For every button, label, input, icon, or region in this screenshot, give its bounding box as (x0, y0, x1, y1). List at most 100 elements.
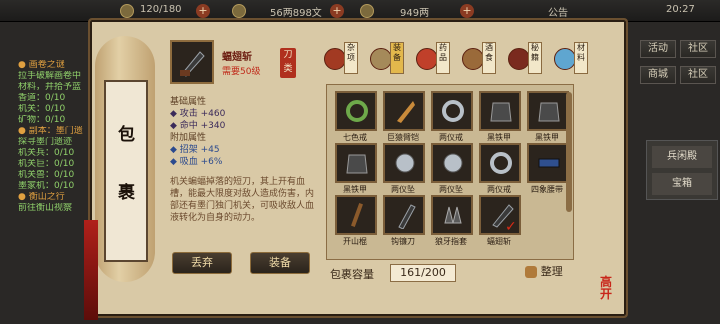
selected-item-header: 蝠翅斩 需要50级 刀类 (170, 40, 318, 92)
attr-line: ◆ 命中 +340 (170, 121, 226, 131)
inventory-slot[interactable] (431, 143, 473, 183)
activity-button[interactable]: 活动 (640, 40, 676, 58)
game-logo: 高开 (600, 275, 613, 301)
title-char: 裹 (118, 183, 135, 203)
discard-button[interactable]: 丢弃 (172, 252, 232, 274)
item-label: 两仪戒 (487, 185, 511, 194)
check-icon: ✓ (505, 219, 517, 235)
inventory-slot[interactable] (383, 91, 425, 131)
notice-button[interactable]: 公告 (548, 4, 568, 19)
side-menu-item[interactable]: 宝箱 (652, 173, 712, 195)
item-label: 开山棍 (343, 237, 367, 246)
item-label: 巨猿臂铠 (387, 133, 419, 142)
inventory-title-banner: 包 裹 (104, 80, 148, 262)
inventory-slot[interactable] (335, 91, 377, 131)
tab-manual[interactable]: 秘籍 (506, 42, 544, 76)
shop-button[interactable]: 商城 (640, 66, 676, 84)
bag-icon (525, 266, 538, 278)
energy-value: 120/180 (140, 4, 182, 15)
inventory-slot[interactable] (431, 195, 473, 235)
money-icon (232, 4, 246, 18)
tab-equipment[interactable]: 装备 (368, 42, 406, 76)
armor-icon (346, 154, 368, 174)
equip-button[interactable]: 装备 (250, 252, 310, 274)
medicine-icon (416, 48, 438, 70)
tab-food[interactable]: 酒食 (460, 42, 498, 76)
community-button[interactable]: 社区 (680, 40, 716, 58)
item-label: 黑铁甲 (343, 185, 367, 194)
inventory-slot[interactable] (431, 91, 473, 131)
item-label: 狼牙指套 (435, 237, 467, 246)
side-menu-item[interactable]: 兵闲殿 (652, 146, 712, 168)
inventory-slot[interactable] (383, 195, 425, 235)
inventory-slot[interactable] (383, 143, 425, 183)
side-menu: 兵闲殿 宝箱 (646, 140, 718, 200)
item-label: 蝠翅斩 (487, 237, 511, 246)
add-money-button[interactable]: + (330, 4, 344, 18)
inventory-slot[interactable] (527, 143, 569, 183)
material-icon (554, 48, 576, 70)
item-requirement: 需要50级 (222, 67, 261, 77)
sort-button[interactable]: 整理 (514, 262, 574, 284)
item-label: 四象腰带 (531, 185, 563, 194)
gold-value: 949两 (400, 8, 430, 19)
title-char: 包 (118, 125, 135, 145)
item-type-badge: 刀类 (280, 48, 296, 78)
tab-label: 杂项 (344, 42, 358, 74)
armor-icon (490, 102, 512, 122)
ring-icon (346, 100, 368, 122)
staff-icon (351, 203, 363, 227)
item-label: 两仪戒 (439, 133, 463, 142)
attr-line: ◆ 攻击 +460 (170, 109, 226, 119)
item-label: 黑铁甲 (487, 133, 511, 142)
add-energy-button[interactable]: + (196, 4, 210, 18)
add-gold-button[interactable]: + (460, 4, 474, 18)
money-value: 56两898文 (270, 8, 322, 19)
inventory-scrollbar[interactable] (566, 92, 572, 212)
item-description: 机关蝙蝠掉落的短刀，其上开有血槽，能最大限度对敌人造成伤害，内部还有墨门独门机关… (170, 177, 315, 223)
extra-attr-header: 附加属性 (170, 133, 207, 143)
inventory-slot-selected[interactable]: ✓ (479, 195, 521, 235)
manual-icon (508, 48, 530, 70)
gold-icon (360, 4, 374, 18)
item-name: 蝠翅斩 (222, 52, 252, 63)
inventory-slot[interactable] (335, 195, 377, 235)
tab-label: 秘籍 (528, 42, 542, 74)
capacity-label: 包裹容量 (330, 268, 374, 281)
tab-label: 酒食 (482, 42, 496, 74)
item-label: 七色戒 (343, 133, 367, 142)
equipment-icon (370, 48, 392, 70)
energy-icon (120, 4, 134, 18)
item-label: 两仪坠 (391, 185, 415, 194)
blade-icon (180, 51, 205, 77)
ring-icon (442, 100, 464, 122)
blade-icon (398, 204, 416, 229)
inventory-slot[interactable] (335, 143, 377, 183)
time-display: 20:27 (666, 4, 695, 15)
capacity-value: 161/200 (390, 264, 456, 282)
sort-label: 整理 (540, 265, 563, 278)
base-attr-header: 基础属性 (170, 97, 207, 107)
item-label: 钩镰刀 (391, 237, 415, 246)
claw-icon (444, 206, 462, 224)
inventory-slot[interactable] (527, 91, 569, 131)
tassel-decoration (84, 220, 98, 320)
community-button-2[interactable]: 社区 (680, 66, 716, 84)
inventory-grid: 七色戒 巨猿臂铠 两仪戒 黑铁甲 黑铁甲 黑铁甲 两仪坠 两仪坠 两仪戒 四象腰… (326, 84, 574, 260)
tab-misc[interactable]: 杂项 (322, 42, 360, 76)
item-label: 黑铁甲 (535, 133, 559, 142)
arm-guard-icon (397, 101, 415, 123)
selected-item-slot (170, 40, 214, 84)
inventory-slot[interactable] (479, 143, 521, 183)
tab-label: 药品 (436, 42, 450, 74)
inventory-slot[interactable] (479, 91, 521, 131)
tab-material[interactable]: 材料 (552, 42, 590, 76)
attr-line: ◆ 吸血 +6% (170, 157, 223, 167)
tab-medicine[interactable]: 药品 (414, 42, 452, 76)
belt-icon (538, 158, 560, 168)
tab-label: 装备 (390, 42, 404, 74)
ring-icon (490, 152, 512, 174)
armor-icon (538, 102, 560, 122)
pendant-icon (443, 153, 463, 173)
misc-icon (324, 48, 346, 70)
